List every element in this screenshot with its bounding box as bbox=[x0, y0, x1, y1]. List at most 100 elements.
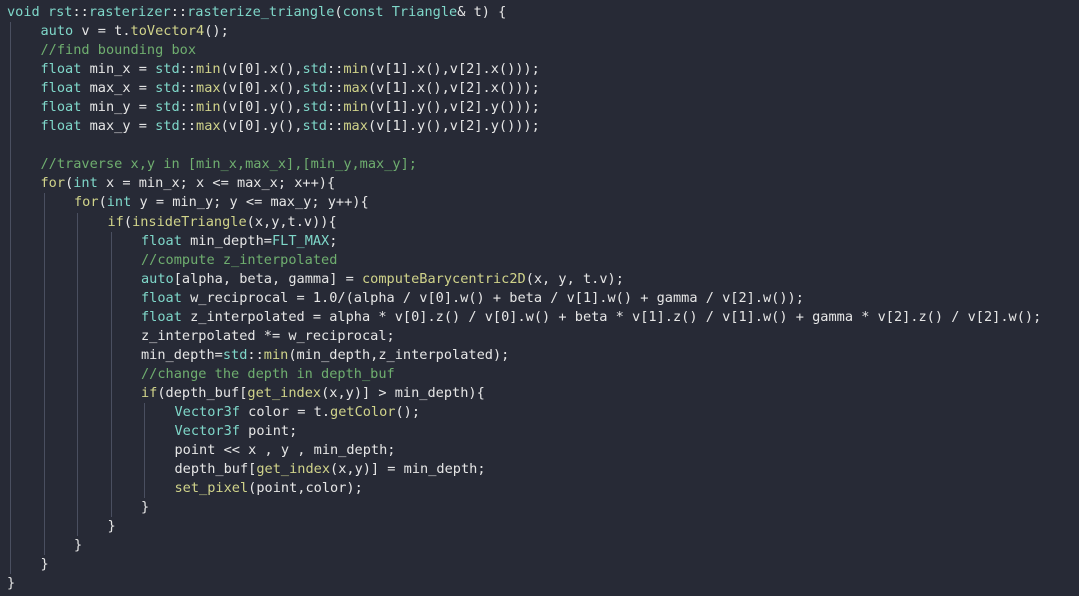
code-token: float bbox=[40, 99, 82, 116]
code-line-content: min_depth=std::min(min_depth,z_interpola… bbox=[7, 346, 509, 365]
code-line-content: } bbox=[7, 517, 116, 536]
code-token: rasterize_triangle bbox=[187, 4, 335, 20]
indent-guide bbox=[10, 117, 11, 137]
code-token: :: bbox=[179, 99, 197, 116]
indent-guide bbox=[10, 41, 11, 61]
indent-guide bbox=[10, 231, 11, 251]
code-line-content: Vector3f color = t.getColor(); bbox=[7, 403, 421, 422]
indent-guide bbox=[43, 288, 45, 308]
code-line-content: //compute z_interpolated bbox=[7, 251, 337, 270]
indent-guide bbox=[10, 98, 11, 118]
indent-guide bbox=[77, 422, 78, 442]
code-token: point; bbox=[239, 423, 298, 440]
code-line: point << x , y , min_depth; bbox=[7, 441, 1041, 461]
indent-guide bbox=[110, 250, 112, 270]
indent-guide bbox=[43, 422, 45, 442]
code-token: (v[1].x(),v[2].x())); bbox=[367, 80, 540, 97]
code-token: toVector4 bbox=[130, 23, 205, 40]
code-token: :: bbox=[247, 346, 264, 363]
indent-guide bbox=[43, 345, 45, 365]
code-token: } bbox=[107, 518, 116, 535]
indent-guide bbox=[10, 288, 11, 308]
indent-guide bbox=[10, 193, 11, 213]
code-token: std bbox=[155, 80, 180, 97]
code-line: //change the depth in depth_buf bbox=[7, 364, 1041, 384]
indent-guide bbox=[110, 441, 112, 461]
code-line-content: } bbox=[7, 498, 149, 517]
code-line-content: float z_interpolated = alpha * v[0].z() … bbox=[7, 308, 1041, 327]
code-token: float bbox=[40, 80, 82, 97]
code-token: :: bbox=[179, 118, 197, 135]
code-token: :: bbox=[327, 61, 344, 78]
code-token: v = t. bbox=[73, 23, 131, 40]
indent-guide bbox=[10, 364, 11, 384]
code-line: } bbox=[7, 517, 1041, 537]
indent-guide bbox=[144, 479, 145, 499]
indent-guide bbox=[144, 460, 145, 480]
code-token: color = t. bbox=[239, 403, 331, 420]
code-token: float bbox=[40, 118, 82, 135]
code-token: z_interpolated *= w_reciprocal; bbox=[141, 327, 395, 344]
code-line-content: } bbox=[7, 536, 82, 555]
code-token: float bbox=[141, 232, 182, 249]
indent-guide bbox=[10, 498, 11, 518]
code-line: for(int y = min_y; y <= max_y; y++){ bbox=[7, 193, 1041, 213]
code-token: std bbox=[302, 61, 327, 78]
code-token: for bbox=[40, 175, 66, 192]
code-line: auto[alpha, beta, gamma] = computeBaryce… bbox=[7, 269, 1041, 289]
code-line-content: float min_y = std::min(v[0].y(),std::min… bbox=[7, 98, 540, 117]
indent-guide bbox=[77, 345, 78, 365]
code-editor[interactable]: void rst::rasterizer::rasterize_triangle… bbox=[0, 0, 1079, 596]
code-line-content: for(int x = min_x; x <= max_x; x++){ bbox=[7, 174, 336, 193]
indent-guide bbox=[110, 479, 112, 499]
code-line: Vector3f point; bbox=[7, 422, 1041, 442]
indent-guide bbox=[110, 402, 112, 423]
code-token: (x,y,t.v)){ bbox=[246, 213, 337, 230]
code-token: max bbox=[343, 80, 368, 97]
indent-guide bbox=[10, 174, 11, 194]
indent-guide bbox=[43, 269, 45, 289]
code-token: max bbox=[343, 118, 368, 135]
indent-guide bbox=[110, 288, 112, 308]
code-token: ( bbox=[334, 4, 343, 20]
indent-guide bbox=[43, 498, 45, 518]
indent-guide bbox=[10, 383, 11, 403]
indent-guide bbox=[110, 364, 112, 384]
code-token: std bbox=[155, 99, 180, 116]
code-token: (v[0].y(), bbox=[220, 118, 303, 135]
code-line-content: set_pixel(point,color); bbox=[7, 479, 363, 498]
indent-guide bbox=[43, 193, 45, 213]
indent-guide bbox=[110, 345, 112, 365]
indent-guide bbox=[77, 517, 78, 537]
code-token: min bbox=[196, 99, 221, 116]
indent-guide bbox=[43, 364, 45, 384]
code-token: } bbox=[74, 537, 83, 554]
code-token: (v[1].y(),v[2].y())); bbox=[367, 118, 540, 135]
code-token: (point,color); bbox=[248, 480, 363, 497]
code-token: Vector3f bbox=[174, 403, 240, 420]
code-line: z_interpolated *= w_reciprocal; bbox=[7, 326, 1041, 346]
code-token: (v[1].y(),v[2].y())); bbox=[367, 99, 540, 116]
code-token: get_index bbox=[247, 384, 322, 401]
indent-guide bbox=[77, 364, 78, 384]
code-token: w_reciprocal = 1.0/(alpha / v[0].w() + b… bbox=[181, 289, 804, 306]
indent-guide bbox=[77, 402, 78, 423]
code-line-content: float w_reciprocal = 1.0/(alpha / v[0].w… bbox=[7, 289, 804, 308]
code-token: max_y = bbox=[81, 118, 156, 135]
indent-guide bbox=[77, 479, 78, 499]
code-token: (min_depth,z_interpolated); bbox=[288, 346, 510, 363]
code-line-content: auto[alpha, beta, gamma] = computeBaryce… bbox=[7, 270, 624, 289]
code-line: } bbox=[7, 555, 1041, 575]
code-token: } bbox=[40, 556, 49, 573]
indent-guide bbox=[43, 517, 45, 537]
indent-guide bbox=[10, 402, 11, 423]
code-token: void bbox=[7, 4, 40, 20]
indent-guide bbox=[43, 460, 45, 480]
code-token: max bbox=[196, 80, 221, 97]
code-token: max bbox=[196, 118, 221, 135]
code-token: if bbox=[141, 384, 158, 401]
indent-guide bbox=[77, 441, 78, 461]
code-token: Triangle bbox=[391, 4, 458, 20]
code-area[interactable]: void rst::rasterizer::rasterize_triangle… bbox=[7, 3, 1041, 593]
code-token: //traverse x,y in [min_x,max_x],[min_y,m… bbox=[40, 156, 417, 173]
